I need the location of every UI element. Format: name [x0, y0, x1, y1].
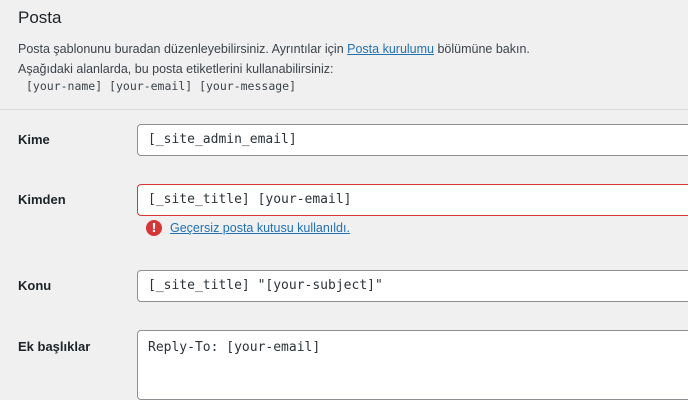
description-text: Posta şablonunu buradan düzenleyebilirsi…: [18, 42, 348, 56]
section-description: Posta şablonunu buradan düzenleyebilirsi…: [18, 39, 530, 79]
mail-tags: [your-name] [your-email] [your-message]: [26, 79, 297, 93]
section-title: Posta: [18, 8, 62, 27]
mail-setup-link[interactable]: Posta kurulumu: [347, 42, 434, 56]
divider: [0, 109, 688, 110]
from-input[interactable]: [_site_title] [your-email]: [137, 184, 688, 216]
description-text-end: bölümüne bakın.: [434, 42, 530, 56]
subject-label: Konu: [18, 278, 52, 293]
from-error: ! Geçersiz posta kutusu kullanıldı.: [146, 220, 350, 236]
error-icon: !: [146, 220, 162, 236]
to-label: Kime: [18, 132, 50, 147]
headers-label: Ek başlıklar: [18, 339, 91, 354]
to-input[interactable]: [_site_admin_email]: [137, 124, 688, 156]
description-line2: Aşağıdaki alanlarda, bu posta etiketleri…: [18, 62, 334, 76]
from-label: Kimden: [18, 192, 66, 207]
headers-textarea[interactable]: Reply-To: [your-email]: [137, 330, 688, 400]
subject-input[interactable]: [_site_title] "[your-subject]": [137, 270, 688, 302]
from-error-link[interactable]: Geçersiz posta kutusu kullanıldı.: [170, 221, 350, 235]
